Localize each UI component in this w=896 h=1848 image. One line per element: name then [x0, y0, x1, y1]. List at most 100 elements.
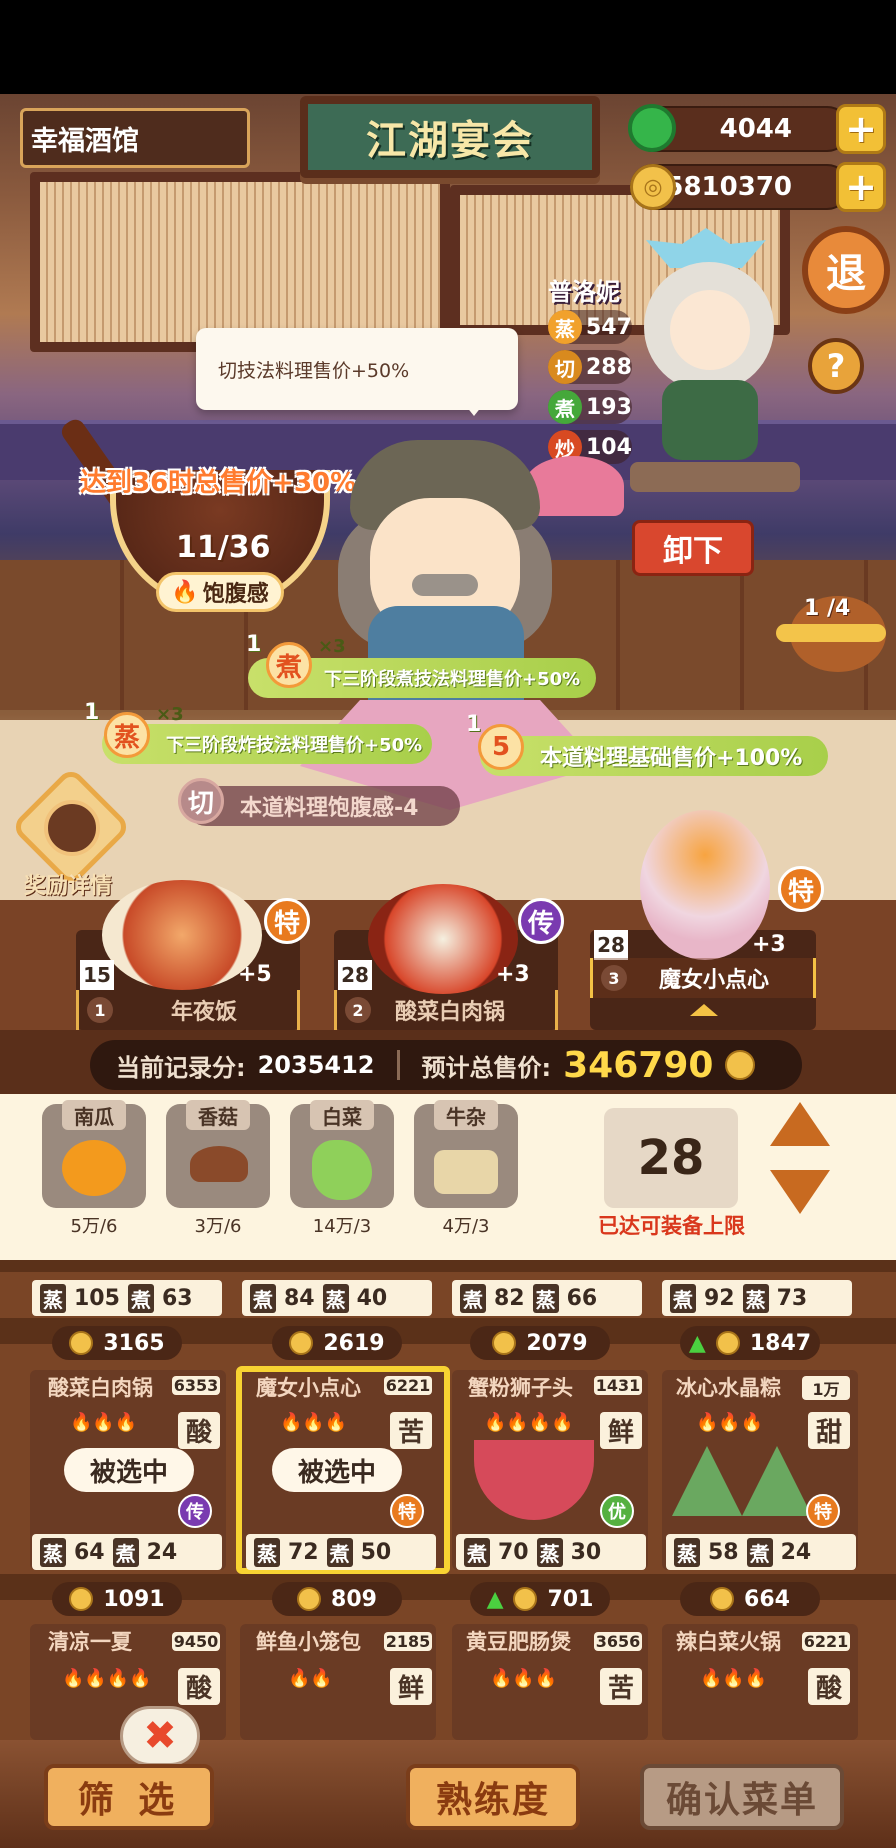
proficiency-button[interactable]: 熟练度 — [406, 1764, 580, 1830]
dish-3-name-row[interactable]: 3 魔女小点心 — [590, 958, 816, 998]
unload-chef-button[interactable]: 卸下 — [632, 520, 754, 576]
score-divider — [396, 1050, 400, 1080]
current-slot-indicator — [690, 1004, 718, 1016]
dish-stats: 蒸 72 煮 50 — [246, 1534, 436, 1570]
ingredient-mushroom-count: 3万/6 — [194, 1216, 242, 1237]
dish-price-tag: 6221 — [802, 1632, 850, 1651]
selected-badge: 被选中 — [64, 1448, 194, 1492]
buff-steam-count: 1 — [84, 700, 100, 725]
fire-rating-icon: 🔥🔥 — [288, 1668, 333, 1689]
fullness-label-text: 饱腹感 — [202, 582, 269, 607]
dish-2-name-row[interactable]: 2 酸菜白肉锅 — [334, 990, 558, 1030]
dish-3-image — [640, 810, 770, 960]
total-price-value: 346790 — [563, 1044, 714, 1086]
ingredient-tripe-count: 4万/3 — [442, 1216, 490, 1237]
buff-boil-times: ×3 — [318, 636, 346, 657]
jade-icon — [628, 104, 676, 152]
reward-details-label[interactable]: 奖励详情 — [24, 868, 112, 900]
grid-top-edge — [0, 1260, 896, 1272]
steam-skill-value: 547 — [586, 314, 632, 340]
chef-avatar-face — [670, 290, 750, 370]
pumpkin-icon — [62, 1140, 126, 1196]
event-title-sign: 江湖宴会 — [300, 96, 600, 178]
ingredient-pumpkin-label: 南瓜 — [62, 1100, 126, 1130]
coin-icon — [69, 1587, 94, 1611]
coin-icon — [715, 1331, 740, 1355]
arrow-down-icon[interactable] — [770, 1170, 830, 1214]
buff-steam: 下三阶段炸技法料理售价+50% — [102, 724, 432, 764]
mushroom-icon — [190, 1146, 248, 1182]
dish-row0-col3-stats: 煮 92 蒸 73 — [662, 1280, 852, 1316]
ingredient-cabbage-label: 白菜 — [310, 1100, 374, 1130]
ingredient-tripe-label: 牛杂 — [434, 1100, 498, 1130]
add-jade-button[interactable]: + — [836, 104, 886, 154]
dish-3-name: 魔女小点心 — [659, 968, 770, 993]
special-badge: 特 — [778, 866, 824, 912]
dish-price-tag: 1万 — [802, 1376, 850, 1400]
legend-badge: 传 — [178, 1494, 212, 1528]
dish-name: 清凉一夏 — [48, 1630, 132, 1654]
avatar-stand — [630, 462, 800, 492]
dish-stats: 煮 70 蒸 30 — [456, 1534, 646, 1570]
arrow-up-icon: ▲ — [486, 1586, 504, 1612]
fire-level-icon: 5 — [478, 724, 524, 770]
dish-price-tag: 2185 — [384, 1632, 432, 1651]
dish-row0-col0-price: 3165 — [52, 1326, 182, 1360]
dish-name: 蟹粉狮子头 — [468, 1376, 573, 1400]
slot-progress-text: 1 /4 — [804, 596, 851, 621]
total-price-label: 预计总售价: — [421, 1053, 552, 1082]
dish-price-tag: 9450 — [172, 1632, 220, 1651]
clear-filter-close-icon[interactable]: ✖ — [120, 1706, 200, 1766]
dish-price: 664 — [680, 1582, 820, 1616]
exit-button[interactable]: 退 — [802, 226, 890, 314]
dish-stats: 蒸 64 煮 24 — [32, 1534, 222, 1570]
coin-icon — [289, 1331, 314, 1355]
selected-badge: 被选中 — [272, 1448, 402, 1492]
cut-skill-icon: 切 — [548, 350, 582, 384]
dish-row0-col2-price: 2079 — [470, 1326, 610, 1360]
arrow-up-icon[interactable] — [770, 1102, 830, 1146]
boil-skill-icon: 煮 — [548, 390, 582, 424]
flavor-umami: 鲜 — [600, 1412, 642, 1449]
fire-rating-icon: 🔥🔥🔥 — [490, 1668, 558, 1689]
dish-price-tag: 6221 — [384, 1376, 432, 1395]
coin-icon — [710, 1587, 735, 1611]
tooltip-text: 切技法料理售价+50% — [218, 359, 410, 382]
ingredient-mushroom-label: 香菇 — [186, 1100, 250, 1130]
dish-row0-col1-stats: 煮 84 蒸 40 — [242, 1280, 432, 1316]
arrow-up-icon: ▲ — [688, 1330, 706, 1356]
buff-boil-text: 下三阶段煮技法料理售价+50% — [324, 669, 581, 690]
dish-row0-col3-price: ▲ 1847 — [680, 1326, 820, 1360]
buff-base-price: 本道料理基础售价+100% — [480, 736, 828, 776]
cut-buff-icon: 切 — [178, 778, 224, 824]
fry-skill-value: 104 — [586, 434, 632, 460]
filter-button[interactable]: 筛 选 — [44, 1764, 214, 1830]
fullness-label: 🔥 饱腹感 — [156, 572, 284, 612]
flavor-sour: 酸 — [808, 1668, 850, 1705]
dish-name: 冰心水晶粽 — [676, 1376, 781, 1400]
coin-icon: ◎ — [630, 164, 676, 210]
confirm-menu-button[interactable]: 确认菜单 — [640, 1764, 844, 1830]
score-bar: 当前记录分: 2035412 预计总售价: 346790 — [90, 1040, 802, 1090]
fire-rating-icon: 🔥🔥🔥 — [280, 1412, 348, 1433]
buff-boil-count: 1 — [246, 632, 262, 657]
help-button[interactable]: ? — [808, 338, 864, 394]
buff-fullness-text: 本道料理饱腹感-4 — [240, 796, 419, 821]
flavor-bitter: 苦 — [390, 1412, 432, 1449]
chef-stat-steam: 蒸 547 — [548, 310, 632, 344]
buff-steam-text: 下三阶段炸技法料理售价+50% — [166, 735, 423, 756]
fullness-goal-text: 达到36时总售价+30% — [80, 468, 357, 498]
coin-icon — [492, 1331, 517, 1355]
record-score-value: 2035412 — [257, 1051, 375, 1079]
coin-icon — [297, 1587, 322, 1611]
dish-1-name-row[interactable]: 1 年夜饭 — [76, 990, 300, 1030]
add-coin-button[interactable]: + — [836, 162, 886, 212]
dish-2-qty: 28 — [338, 960, 372, 990]
dish-price-tag: 6353 — [172, 1376, 220, 1395]
dish-3-bonus: +3 — [752, 932, 786, 957]
buff-steam-times: ×3 — [156, 704, 184, 725]
dish-price-tag: 1431 — [594, 1376, 642, 1395]
equip-limit-text: 已达可装备上限 — [598, 1214, 745, 1238]
dish-row0-col1-price: 2619 — [272, 1326, 402, 1360]
old-chef-mustache — [412, 574, 478, 596]
